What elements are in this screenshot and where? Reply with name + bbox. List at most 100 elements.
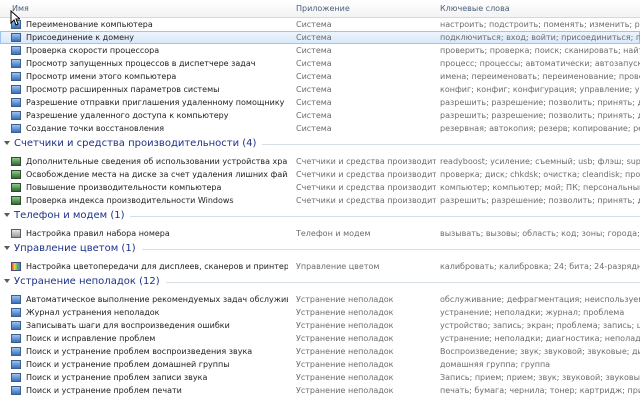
item-keywords: Запись; прием; прием; звук; звуковой; зв…: [440, 373, 640, 382]
column-header: Имя Приложение Ключевые слова: [0, 0, 640, 18]
list-item[interactable]: Автоматическое выполнение рекомендуемых …: [0, 293, 640, 306]
control-panel-item-icon: [11, 33, 21, 42]
item-name[interactable]: Журнал устранения неполадок: [26, 306, 288, 319]
item-name[interactable]: Повышение производительности компьютера: [26, 181, 288, 194]
control-panel-item-icon: [11, 308, 21, 317]
column-header-keywords[interactable]: Ключевые слова: [440, 4, 510, 13]
list-item[interactable]: Проверка индекса производительности Wind…: [0, 194, 640, 207]
item-application: Система: [296, 33, 332, 42]
item-keywords: подключиться; вход; войти; присоединитьс…: [440, 33, 640, 42]
control-panel-item-icon: [11, 295, 21, 304]
list-item[interactable]: Просмотр расширенных параметров системы С…: [0, 83, 640, 96]
item-application: Счетчики и средства производительности: [296, 157, 436, 166]
item-keywords: компьютер; компьютер; мой; ПК; персональ…: [440, 183, 640, 192]
control-panel-item-icon: [11, 124, 21, 133]
item-keywords: разрешить; разрешение; позволить; принят…: [440, 196, 640, 205]
list-item[interactable]: Просмотр запущенных процессов в диспетче…: [0, 57, 640, 70]
item-keywords: обслуживание; дефрагментация; неиспользу…: [440, 295, 640, 304]
collapse-arrow-icon[interactable]: [4, 141, 10, 145]
list-item[interactable]: Разрешение удаленного доступа к компьюте…: [0, 109, 640, 122]
control-panel-item-icon: [11, 98, 21, 107]
item-application: Устранение неполадок: [296, 308, 394, 317]
control-panel-item-icon: [11, 59, 21, 68]
group-title: Счетчики и средства производительности (…: [14, 138, 257, 149]
item-name[interactable]: Поиск и устранение проблем домашней груп…: [26, 358, 288, 371]
mouse-cursor-icon: [10, 10, 20, 26]
list-item[interactable]: Журнал устранения неполадок Устранение не…: [0, 306, 640, 319]
control-panel-item-icon: [11, 85, 21, 94]
group-title: Телефон и модем (1): [14, 210, 125, 221]
item-name[interactable]: Автоматическое выполнение рекомендуемых …: [26, 293, 288, 306]
item-name[interactable]: Поиск и устранение проблем воспроизведен…: [26, 345, 288, 358]
collapse-arrow-icon[interactable]: [4, 279, 10, 283]
performance-icon: [11, 183, 21, 192]
item-keywords: процесс; процессы; автоматически; автоза…: [440, 59, 640, 68]
list-item[interactable]: Поиск и устранение проблем воспроизведен…: [0, 345, 640, 358]
group-title: Устранение неполадок (12): [14, 276, 160, 287]
item-name[interactable]: Поиск и исправление проблем: [26, 332, 288, 345]
control-panel-item-icon: [11, 72, 21, 81]
item-name[interactable]: Поиск и устранение проблем записи звука: [26, 371, 288, 384]
item-application: Устранение неполадок: [296, 334, 394, 343]
item-name[interactable]: Переименование компьютера: [26, 18, 288, 31]
item-application: Устранение неполадок: [296, 295, 394, 304]
item-keywords: Воспроизведение; звук; звуковой; звуковы…: [440, 347, 640, 356]
item-application: Устранение неполадок: [296, 347, 394, 356]
item-application: Система: [296, 111, 332, 120]
list-item[interactable]: Просмотр имени этого компьютера Система им…: [0, 70, 640, 83]
item-application: Система: [296, 98, 332, 107]
item-name[interactable]: Просмотр запущенных процессов в диспетче…: [26, 57, 288, 70]
item-application: Устранение неполадок: [296, 373, 394, 382]
item-application: Счетчики и средства производительности: [296, 183, 436, 192]
item-name[interactable]: Разрешение удаленного доступа к компьюте…: [26, 109, 288, 122]
control-panel-item-icon: [11, 46, 21, 55]
list-item[interactable]: Повышение производительности компьютера С…: [0, 181, 640, 194]
group-header[interactable]: Счетчики и средства производительности (…: [0, 135, 640, 155]
item-keywords: разрешить; разрешение; позволить; принят…: [440, 111, 640, 120]
list-item[interactable]: Проверка скорости процессора Система прове…: [0, 44, 640, 57]
item-name[interactable]: Присоединение к домену: [26, 31, 288, 44]
item-keywords: резервная; автокопия; резерв; копировани…: [440, 124, 640, 133]
item-name[interactable]: Настройка правил набора номера: [26, 227, 288, 240]
list-item[interactable]: Создание точки восстановления Система резе…: [0, 122, 640, 135]
group-divider: [262, 144, 640, 145]
list-item[interactable]: Настройка цветопередачи для дисплеев, ск…: [0, 260, 640, 273]
item-name[interactable]: Проверка скорости процессора: [26, 44, 288, 57]
item-name[interactable]: Записывать шаги для воспроизведения ошиб…: [26, 319, 288, 332]
item-name[interactable]: Просмотр имени этого компьютера: [26, 70, 288, 83]
list-item[interactable]: Разрешение отправки приглашения удаленно…: [0, 96, 640, 109]
column-header-application[interactable]: Приложение: [296, 4, 350, 13]
item-name[interactable]: Настройка цветопередачи для дисплеев, ск…: [26, 260, 288, 273]
group-divider: [130, 216, 640, 217]
list-item[interactable]: Присоединение к домену Система подключитьс…: [0, 31, 640, 44]
item-name[interactable]: Освобождение места на диске за счет удал…: [26, 168, 288, 181]
item-name[interactable]: Дополнительные сведения об использовании…: [26, 155, 288, 168]
list-item[interactable]: Настройка правил набора номера Телефон и …: [0, 227, 640, 240]
item-name[interactable]: Разрешение отправки приглашения удаленно…: [26, 96, 288, 109]
list-item[interactable]: Поиск и устранение проблем домашней груп…: [0, 358, 640, 371]
list-item[interactable]: Поиск и устранение проблем записи звука У…: [0, 371, 640, 384]
control-panel-item-icon: [11, 334, 21, 343]
control-panel-item-icon: [11, 347, 21, 356]
collapse-arrow-icon[interactable]: [4, 213, 10, 217]
list-item[interactable]: Записывать шаги для воспроизведения ошиб…: [0, 319, 640, 332]
group-header[interactable]: Телефон и модем (1): [0, 207, 640, 227]
list-item[interactable]: Поиск и исправление проблем Устранение не…: [0, 332, 640, 345]
list-item[interactable]: Освобождение места на диске за счет удал…: [0, 168, 640, 181]
item-keywords: вызывать; вызовы; область; код; зоны; го…: [440, 229, 640, 238]
item-name[interactable]: Просмотр расширенных параметров системы: [26, 83, 288, 96]
control-panel-item-icon: [11, 111, 21, 120]
group-title: Управление цветом (1): [14, 243, 136, 254]
item-application: Система: [296, 59, 332, 68]
item-keywords: readyboost; усиление; съемный; usb; флэш…: [440, 157, 640, 166]
item-name[interactable]: Проверка индекса производительности Wind…: [26, 194, 288, 207]
item-name[interactable]: Создание точки восстановления: [26, 122, 288, 135]
list-item[interactable]: Дополнительные сведения об использовании…: [0, 155, 640, 168]
item-keywords: калибровать; калибровка; 24; бита; 24-ра…: [440, 262, 640, 271]
collapse-arrow-icon[interactable]: [4, 246, 10, 250]
item-keywords: проверка; диск; chkdsk; очистка; cleandi…: [440, 170, 640, 179]
group-header[interactable]: Управление цветом (1): [0, 240, 640, 260]
item-application: Телефон и модем: [296, 229, 371, 238]
list-item[interactable]: Переименование компьютера Система настроит…: [0, 18, 640, 31]
group-header[interactable]: Устранение неполадок (12): [0, 273, 640, 293]
